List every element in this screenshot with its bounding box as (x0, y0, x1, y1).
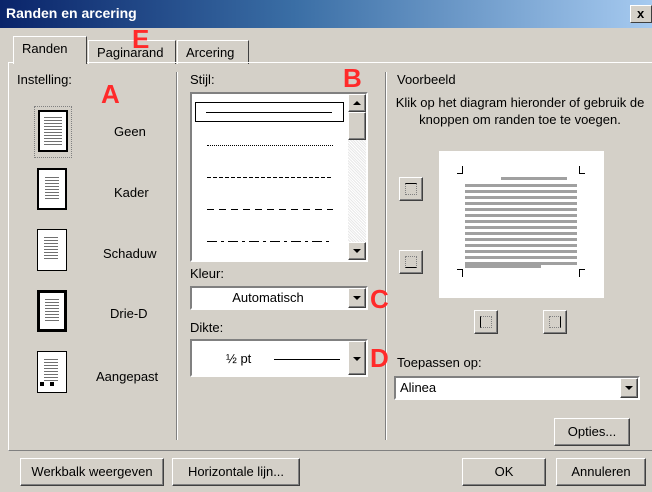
chevron-down-icon (353, 296, 361, 300)
show-toolbar-button[interactable]: Werkbalk weergeven (20, 458, 164, 486)
cancel-button[interactable]: Annuleren (556, 458, 646, 486)
apply-dropdown-button[interactable] (620, 378, 638, 398)
tab-randen[interactable]: Randen (13, 36, 87, 64)
window-title: Randen en arcering (6, 5, 137, 21)
width-dropdown-button[interactable] (348, 341, 366, 375)
column-separator (385, 72, 387, 440)
bottom-border-button[interactable] (399, 250, 423, 274)
column-separator (176, 72, 178, 440)
color-value: Automatisch (232, 290, 304, 305)
preview-heading: Voorbeeld (397, 72, 456, 87)
horizontal-line-button[interactable]: Horizontale lijn... (172, 458, 300, 486)
chevron-up-icon (353, 101, 361, 105)
apply-select[interactable]: Alinea (394, 376, 640, 400)
annotation-b: B (343, 63, 362, 93)
scroll-up-button[interactable] (348, 94, 366, 112)
setting-label: Aangepast (96, 369, 159, 384)
setting-shadow-icon[interactable] (37, 229, 67, 271)
setting-label: Geen (114, 124, 146, 139)
preview-text-lines (465, 184, 577, 266)
annotation-e: E (132, 24, 150, 54)
left-border-button[interactable] (474, 310, 498, 334)
setting-label: Schaduw (103, 246, 157, 261)
chevron-down-icon (625, 386, 633, 390)
width-select[interactable]: ½ pt (190, 339, 368, 377)
setting-geen-button[interactable] (34, 106, 72, 158)
tab-label: Paginarand (97, 45, 164, 60)
settings-heading: Instelling: (17, 72, 72, 87)
preview-hint: Klik op het diagram hieronder of gebruik… (395, 95, 645, 127)
apply-heading: Toepassen op: (397, 355, 482, 370)
ok-button[interactable]: OK (462, 458, 546, 486)
chevron-down-icon (353, 249, 361, 253)
tab-label: Randen (22, 41, 68, 56)
close-button[interactable]: x (630, 5, 652, 23)
style-option-dash-dot[interactable] (207, 241, 333, 242)
chevron-down-icon (353, 357, 361, 361)
style-scrollbar[interactable] (348, 94, 366, 260)
annotation-d: D (370, 343, 389, 373)
border-right-icon (549, 316, 561, 328)
right-border-button[interactable] (543, 310, 567, 334)
scroll-thumb[interactable] (348, 112, 366, 140)
style-option-dashed-fine[interactable] (207, 177, 333, 178)
top-border-button[interactable] (399, 177, 423, 201)
style-heading: Stijl: (190, 72, 215, 87)
border-bottom-icon (405, 256, 417, 268)
border-top-icon (405, 183, 417, 195)
options-button[interactable]: Opties... (554, 418, 630, 446)
color-select[interactable]: Automatisch (190, 286, 368, 310)
annotation-a: A (101, 79, 120, 109)
setting-3d-icon[interactable] (37, 290, 67, 332)
tab-label: Arcering (186, 45, 235, 60)
color-dropdown-button[interactable] (348, 288, 366, 308)
setting-label: Drie-D (110, 306, 148, 321)
preview-diagram[interactable] (439, 151, 604, 298)
tab-arcering[interactable]: Arcering (177, 40, 249, 64)
border-left-icon (480, 316, 492, 328)
style-listbox[interactable] (190, 92, 368, 262)
setting-label: Kader (114, 185, 149, 200)
width-value: ½ pt (226, 351, 252, 366)
style-option-dashed[interactable] (207, 209, 333, 210)
width-heading: Dikte: (190, 320, 224, 335)
style-option-selected[interactable] (195, 102, 344, 122)
scroll-down-button[interactable] (348, 242, 366, 260)
apply-value: Alinea (400, 380, 437, 395)
style-option-dotted[interactable] (207, 145, 333, 146)
color-heading: Kleur: (190, 266, 224, 281)
width-line-sample (274, 359, 340, 360)
annotation-c: C (370, 284, 389, 314)
setting-custom-icon[interactable] (37, 351, 67, 393)
setting-box-icon[interactable] (37, 168, 67, 210)
setting-none-icon (38, 110, 68, 152)
